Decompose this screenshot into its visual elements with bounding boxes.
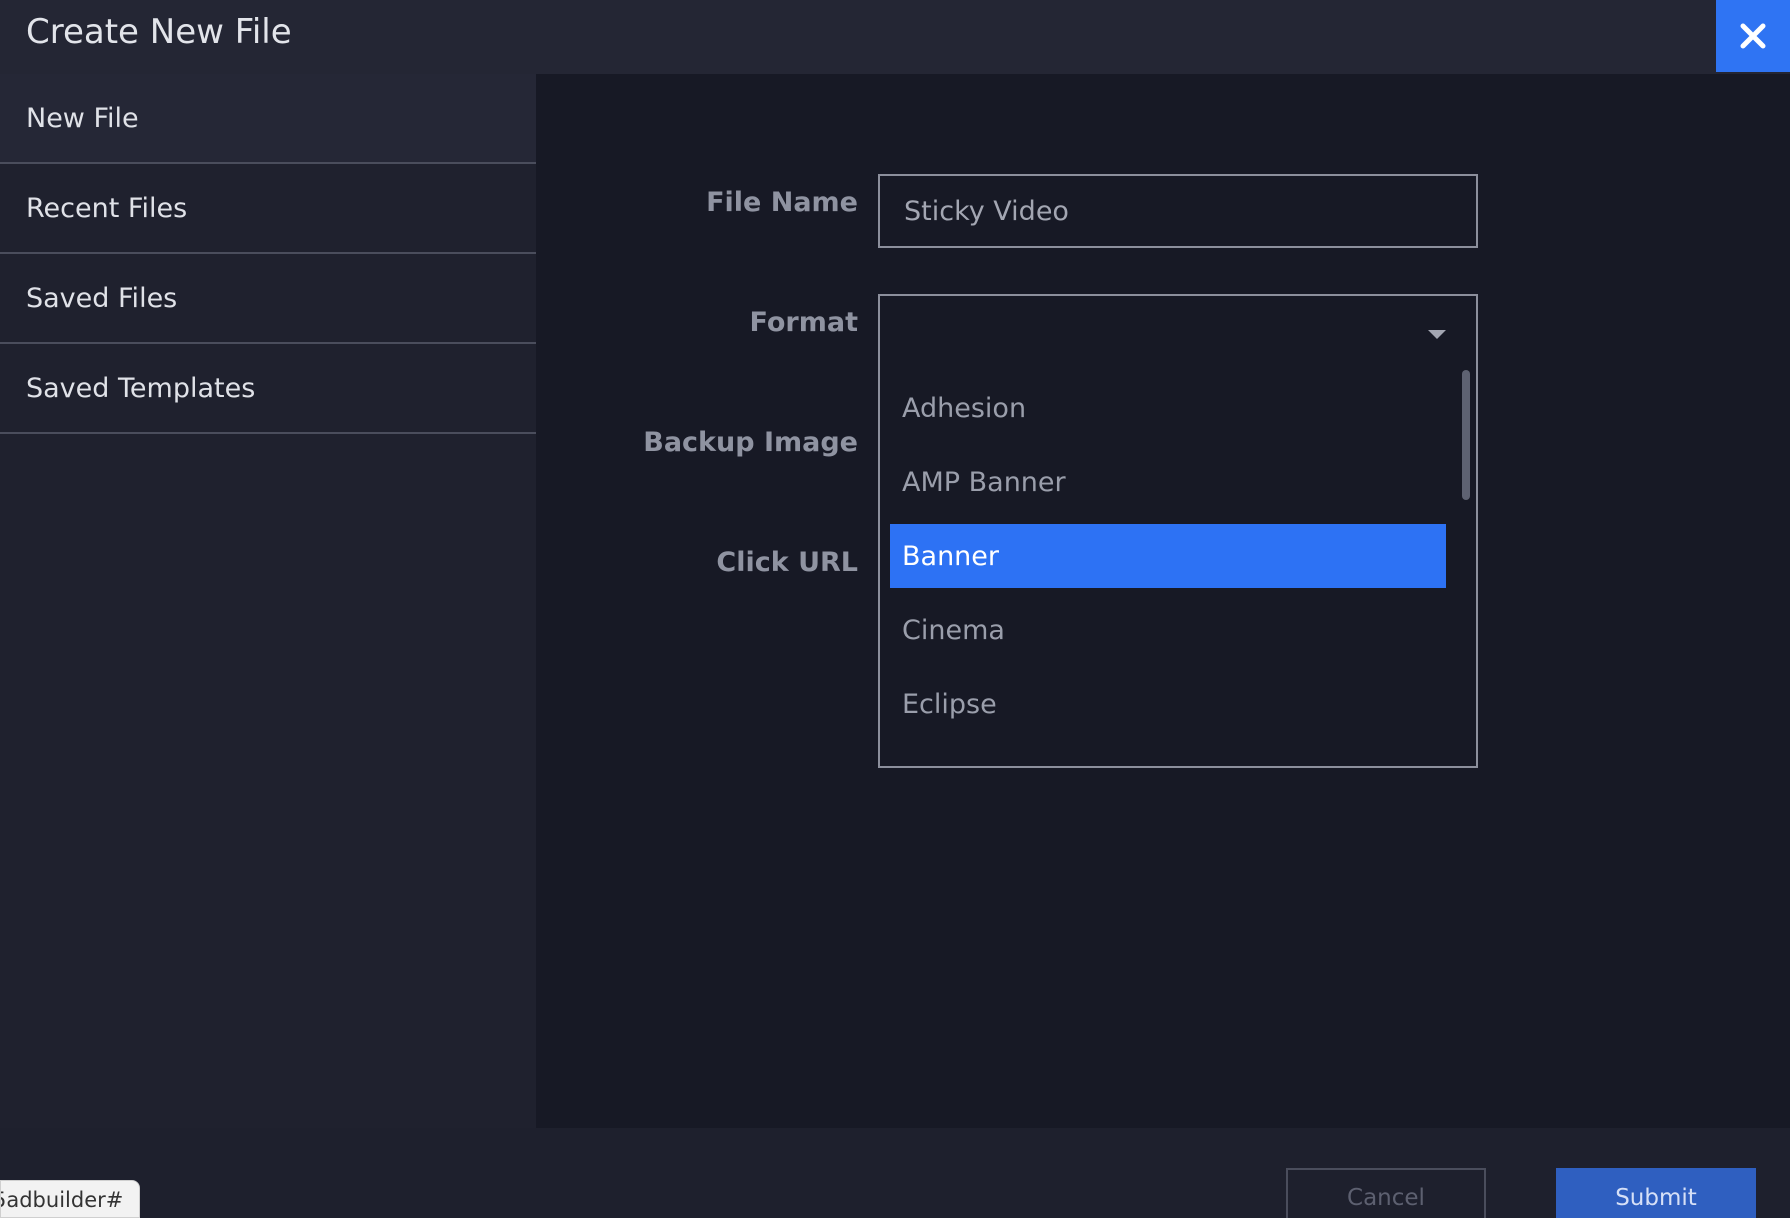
close-icon bbox=[1740, 23, 1766, 49]
file-name-input[interactable] bbox=[878, 174, 1478, 248]
format-option-cinema[interactable]: Cinema bbox=[890, 598, 1446, 662]
cancel-button[interactable]: Cancel bbox=[1286, 1168, 1486, 1218]
format-option-amp-banner[interactable]: AMP Banner bbox=[890, 450, 1446, 514]
format-label: Format bbox=[749, 307, 858, 338]
format-select[interactable] bbox=[878, 294, 1478, 368]
dropdown-scrollbar[interactable] bbox=[1462, 370, 1470, 500]
chevron-down-icon bbox=[1428, 330, 1446, 339]
format-option-adhesion[interactable]: Adhesion bbox=[890, 376, 1446, 440]
backup-image-label: Backup Image bbox=[643, 427, 858, 458]
format-dropdown: Adhesion AMP Banner Banner Cinema Eclips… bbox=[878, 366, 1478, 768]
form-labels: File Name Format Backup Image Click URL bbox=[0, 0, 858, 700]
browser-status-bar: 5adbuilder# bbox=[0, 1180, 140, 1218]
format-option-eclipse[interactable]: Eclipse bbox=[890, 672, 1446, 736]
format-option-banner[interactable]: Banner bbox=[890, 524, 1446, 588]
click-url-label: Click URL bbox=[716, 547, 858, 578]
file-name-label: File Name bbox=[706, 187, 858, 218]
close-button[interactable] bbox=[1716, 0, 1790, 72]
submit-button[interactable]: Submit bbox=[1556, 1168, 1756, 1218]
